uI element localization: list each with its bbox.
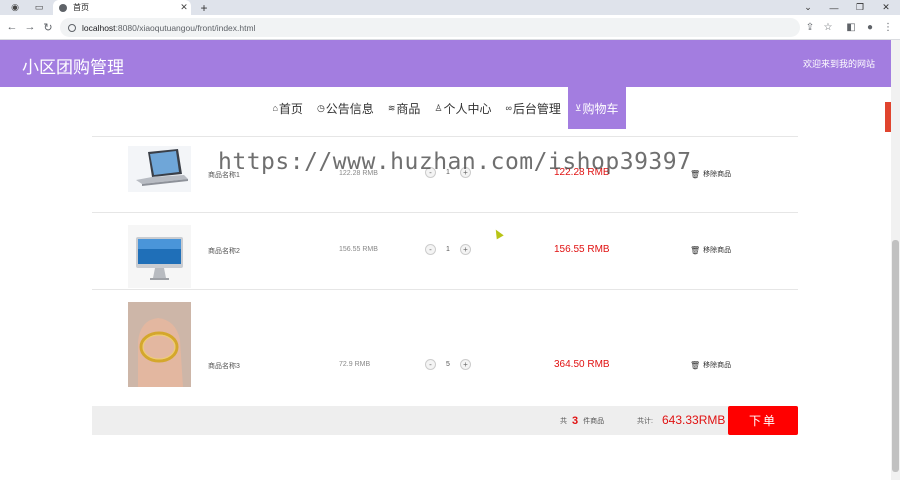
page-scrollbar[interactable] — [891, 40, 900, 480]
quantity-stepper: - 5 + — [425, 359, 471, 370]
globe-icon — [59, 3, 67, 12]
nav-item-admin[interactable]: ∞ 后台管理 — [498, 87, 567, 129]
site-title: 小区团购管理 — [22, 58, 124, 77]
count-suffix: 件商品 — [583, 418, 605, 425]
remove-item-button[interactable]: 🗑 移除商品 — [690, 360, 731, 370]
notice-icon: ◷ — [316, 102, 325, 113]
quantity-value[interactable]: 1 — [436, 169, 460, 176]
link-icon: ∞ — [505, 103, 512, 113]
back-button[interactable]: ← — [4, 19, 20, 35]
count-number: 3 — [572, 415, 579, 427]
total-label: 共计: — [637, 418, 653, 425]
sidebar-icon[interactable]: ◧ — [843, 19, 859, 35]
remove-item-button[interactable]: 🗑 移除商品 — [690, 169, 731, 179]
trash-icon: 🗑 — [690, 360, 701, 370]
item-subtotal: 156.55 RMB — [554, 244, 610, 255]
nav-item-notice[interactable]: ◷ 公告信息 — [310, 87, 381, 129]
chevron-down-icon[interactable]: ⌄ — [796, 0, 820, 15]
nav-item-label: 首页 — [278, 101, 303, 116]
nav-item-cart[interactable]: ⊻ 购物车 — [567, 87, 626, 129]
page-viewport: 小区团购管理 欢迎来到我的网站 ⌂ 首页 ◷ 公告信息 ≋ 商品 ♙ 个人中心 … — [0, 40, 891, 480]
item-subtotal: 364.50 RMB — [554, 359, 610, 370]
main-nav: ⌂ 首页 ◷ 公告信息 ≋ 商品 ♙ 个人中心 ∞ 后台管理 ⊻ 购物车 — [0, 87, 891, 129]
cart-row: 商品名称3 72.9 RMB - 5 + 364.50 RMB 🗑 移除商品 — [92, 291, 798, 406]
nav-item-label: 商品 — [396, 101, 421, 116]
product-price: 156.55 RMB — [339, 246, 378, 253]
home-icon: ⌂ — [272, 103, 278, 113]
item-subtotal: 122.28 RMB — [554, 167, 610, 178]
close-window-button[interactable]: ✕ — [874, 0, 898, 15]
place-order-button[interactable]: 下单 — [728, 406, 798, 435]
scrollbar-thumb[interactable] — [892, 240, 899, 472]
cart-summary-bar: 共 3 件商品 共计: 643.33RMB 下单 — [92, 406, 798, 435]
url-path: :8080/xiaoqutuangou/front/index.html — [115, 22, 256, 33]
close-icon[interactable]: ✕ — [177, 2, 191, 13]
item-count: 共 3 件商品 — [560, 415, 604, 427]
user-icon: ♙ — [434, 102, 443, 113]
product-price: 72.9 RMB — [339, 361, 371, 368]
quantity-value[interactable]: 1 — [436, 246, 460, 253]
star-icon[interactable]: ☆ — [820, 19, 836, 35]
nav-item-label: 后台管理 — [512, 101, 561, 116]
reload-button[interactable]: ↻ — [40, 19, 56, 35]
nav-item-label: 公告信息 — [325, 101, 374, 116]
minimize-button[interactable]: — — [822, 0, 846, 15]
cart-row: 商品名称1 122.28 RMB - 1 + 122.28 RMB 🗑 移除商品 — [92, 137, 798, 213]
address-bar[interactable]: localhost:8080/xiaoqutuangou/front/index… — [60, 18, 800, 37]
nav-item-goods[interactable]: ≋ 商品 — [381, 87, 428, 129]
quantity-stepper: - 1 + — [425, 167, 471, 178]
blank-tab-icon[interactable]: ▭ — [30, 0, 48, 15]
remove-label: 移除商品 — [703, 362, 732, 369]
trash-icon: 🗑 — [690, 169, 701, 179]
remove-item-button[interactable]: 🗑 移除商品 — [690, 245, 731, 255]
goods-icon: ≋ — [387, 102, 396, 113]
product-image-laptop[interactable] — [128, 146, 191, 209]
browser-tab-title: 首页 — [73, 3, 89, 12]
product-name: 商品名称1 — [208, 172, 240, 179]
decrease-button[interactable]: - — [425, 244, 436, 255]
product-name: 商品名称3 — [208, 363, 240, 370]
product-image-bracelet[interactable] — [128, 302, 191, 387]
browser-tab-active[interactable]: 首页 ✕ — [53, 0, 191, 15]
product-image-imac[interactable] — [128, 225, 191, 288]
decrease-button[interactable]: - — [425, 167, 436, 178]
remove-label: 移除商品 — [703, 171, 732, 178]
nav-item-user-center[interactable]: ♙ 个人中心 — [427, 87, 498, 129]
info-icon[interactable] — [68, 23, 76, 32]
cart-icon: ⊻ — [574, 102, 582, 113]
nav-item-label: 购物车 — [582, 101, 619, 116]
nav-item-home[interactable]: ⌂ 首页 — [265, 87, 309, 129]
restore-button[interactable]: ❐ — [848, 0, 872, 15]
new-tab-button[interactable]: + — [196, 0, 212, 15]
increase-button[interactable]: + — [460, 359, 471, 370]
quantity-stepper: - 1 + — [425, 244, 471, 255]
trash-icon: 🗑 — [690, 245, 701, 255]
cart-row: 商品名称2 156.55 RMB - 1 + 156.55 RMB 🗑 移除商品 — [92, 214, 798, 290]
globe-icon[interactable]: ◉ — [6, 0, 24, 15]
browser-toolbar: ← → ↻ localhost:8080/xiaoqutuangou/front… — [0, 15, 900, 40]
forward-button[interactable]: → — [22, 19, 38, 35]
quantity-value[interactable]: 5 — [436, 361, 460, 368]
profile-icon[interactable]: ● — [862, 19, 878, 35]
menu-icon[interactable]: ⋮ — [880, 19, 896, 35]
decrease-button[interactable]: - — [425, 359, 436, 370]
product-price: 122.28 RMB — [339, 170, 378, 177]
product-name: 商品名称2 — [208, 248, 240, 255]
total-amount: 643.33RMB — [662, 413, 726, 427]
remove-label: 移除商品 — [703, 247, 732, 254]
increase-button[interactable]: + — [460, 167, 471, 178]
url-host: localhost — [82, 22, 116, 33]
count-prefix: 共 — [560, 418, 567, 425]
browser-tab-strip: ◉ ▭ 首页 ✕ + ⌄ — ❐ ✕ — [0, 0, 900, 15]
increase-button[interactable]: + — [460, 244, 471, 255]
nav-item-label: 个人中心 — [443, 101, 492, 116]
share-icon[interactable]: ⇪ — [802, 19, 818, 35]
site-header: 小区团购管理 欢迎来到我的网站 — [0, 40, 891, 87]
welcome-text: 欢迎来到我的网站 — [802, 59, 875, 69]
